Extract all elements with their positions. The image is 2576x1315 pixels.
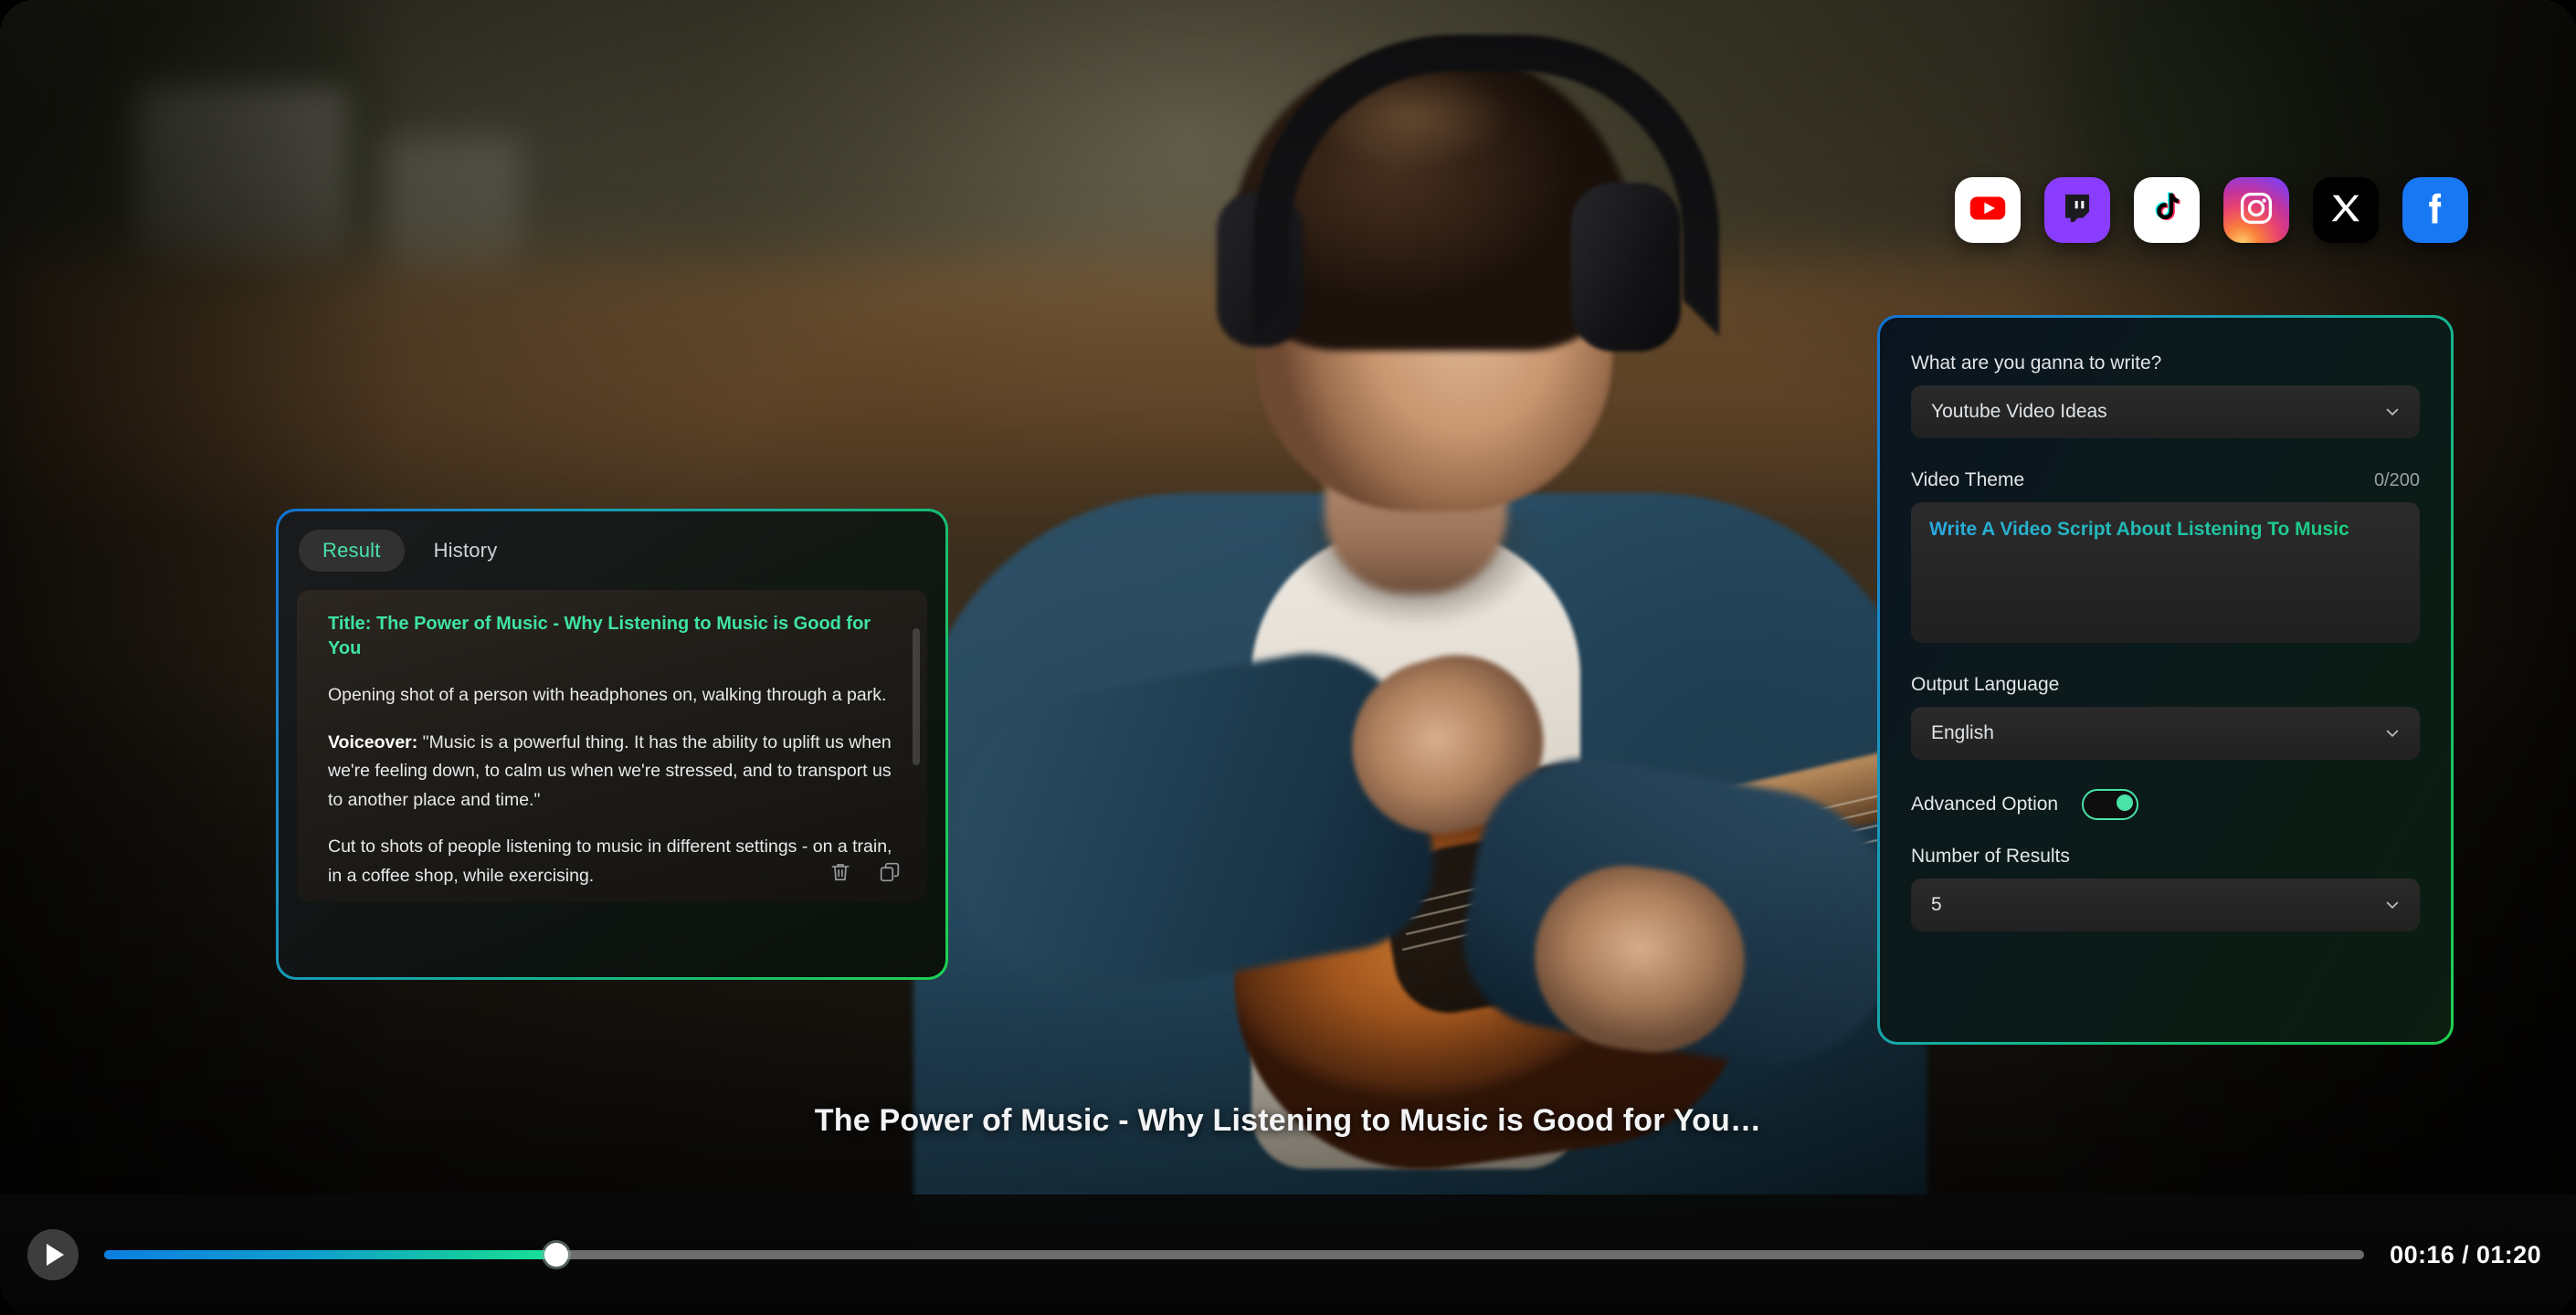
- progress-scrubber[interactable]: [104, 1243, 2365, 1267]
- toggle-knob: [2117, 794, 2134, 811]
- result-scrollbar[interactable]: [913, 628, 920, 765]
- advanced-option-label: Advanced Option: [1911, 794, 2059, 815]
- video-theme-label: Video Theme: [1911, 469, 2025, 490]
- tab-result[interactable]: Result: [299, 530, 405, 572]
- social-button-facebook[interactable]: [2402, 177, 2468, 243]
- generator-form-panel: What are you ganna to write? Youtube Vid…: [1877, 315, 2454, 1045]
- copy-icon[interactable]: [878, 860, 902, 884]
- number-of-results-select[interactable]: 5: [1911, 878, 2420, 931]
- social-button-x[interactable]: [2313, 177, 2379, 243]
- result-paragraph-1: Opening shot of a person with headphones…: [328, 685, 887, 705]
- result-panel: Result History Title: The Power of Music…: [276, 509, 948, 980]
- write-type-select[interactable]: Youtube Video Ideas: [1911, 385, 2420, 438]
- time-display: 00:16 / 01:20: [2390, 1240, 2541, 1268]
- social-button-tiktok[interactable]: [2134, 177, 2200, 243]
- result-tabs: Result History: [279, 511, 945, 572]
- chevron-down-icon: [2383, 403, 2402, 421]
- play-icon: [47, 1244, 64, 1266]
- number-of-results-value: 5: [1931, 894, 1942, 915]
- result-paragraph-3: Cut to shots of people listening to musi…: [328, 836, 892, 886]
- result-voiceover-label: Voiceover:: [328, 731, 418, 752]
- result-paragraph-2: Voiceover: "Music is a powerful thing. I…: [328, 729, 896, 815]
- output-language-label: Output Language: [1911, 674, 2060, 695]
- social-button-instagram[interactable]: [2223, 177, 2289, 243]
- chevron-down-icon: [2383, 896, 2402, 914]
- video-theme-value: Write A Video Script About Listening To …: [1929, 519, 2349, 540]
- progress-handle[interactable]: [544, 1243, 568, 1267]
- output-language-value: English: [1931, 722, 1994, 743]
- tiktok-icon: [2148, 190, 2185, 231]
- twitch-icon: [2059, 190, 2096, 231]
- generator-form: What are you ganna to write? Youtube Vid…: [1880, 318, 2451, 931]
- social-share-bar: [1955, 177, 2468, 243]
- result-text-body: Title: The Power of Music - Why Listenin…: [297, 590, 927, 890]
- tab-history[interactable]: History: [410, 530, 522, 572]
- progress-fill: [104, 1250, 556, 1259]
- play-button[interactable]: [27, 1229, 79, 1280]
- delete-icon[interactable]: [829, 860, 852, 884]
- result-action-bar: [829, 860, 902, 884]
- write-type-value: Youtube Video Ideas: [1931, 401, 2107, 422]
- video-caption: The Power of Music - Why Listening to Mu…: [814, 1103, 1762, 1138]
- instagram-icon: [2237, 189, 2275, 232]
- youtube-icon: [1968, 188, 2008, 233]
- x-icon: [2328, 191, 2363, 230]
- video-theme-input[interactable]: Write A Video Script About Listening To …: [1911, 502, 2420, 643]
- video-editor-app: Result History Title: The Power of Music…: [0, 0, 2576, 1315]
- social-button-youtube[interactable]: [1955, 177, 2021, 243]
- chevron-down-icon: [2383, 724, 2402, 742]
- video-player-controls: 00:16 / 01:20: [0, 1194, 2576, 1315]
- result-title: Title: The Power of Music - Why Listenin…: [328, 614, 871, 658]
- result-content-card: Title: The Power of Music - Why Listenin…: [297, 590, 927, 902]
- output-language-select[interactable]: English: [1911, 707, 2420, 760]
- write-type-label: What are you ganna to write?: [1911, 352, 2162, 373]
- number-of-results-label: Number of Results: [1911, 846, 2070, 867]
- social-button-twitch[interactable]: [2044, 177, 2110, 243]
- advanced-option-toggle[interactable]: [2082, 789, 2139, 820]
- advanced-option-row: Advanced Option: [1911, 789, 2420, 820]
- facebook-icon: [2415, 188, 2455, 233]
- video-theme-counter: 0/200: [2373, 469, 2420, 490]
- video-theme-header: Video Theme 0/200: [1911, 469, 2420, 491]
